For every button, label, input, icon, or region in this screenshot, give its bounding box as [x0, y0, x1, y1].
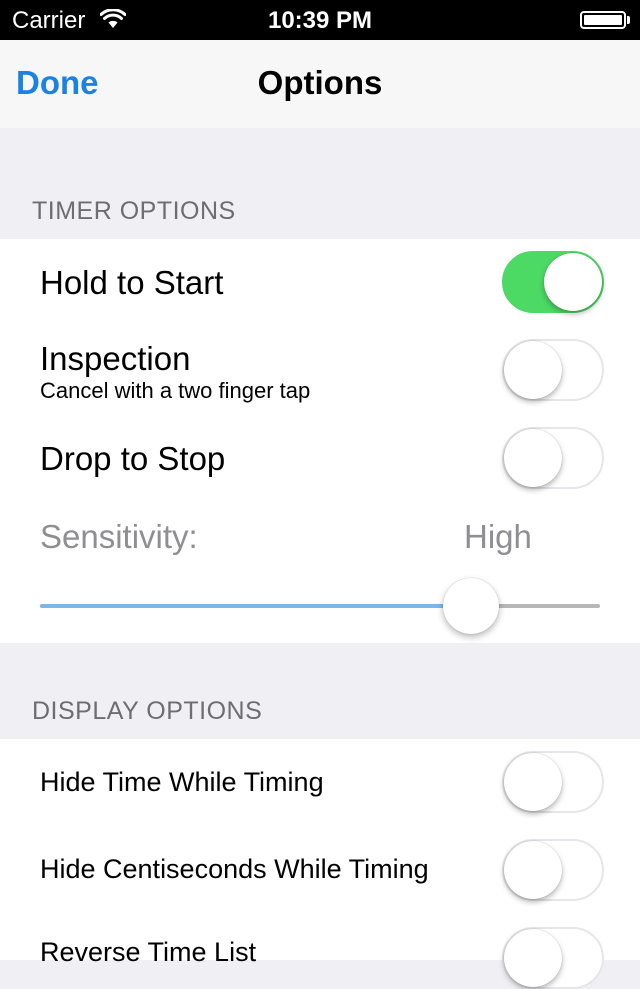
- drop-to-stop-toggle[interactable]: [502, 427, 604, 489]
- hide-time-toggle[interactable]: [502, 751, 604, 813]
- drop-to-stop-label: Drop to Stop: [40, 440, 226, 477]
- display-options-group: Hide Time While Timing Hide Centiseconds…: [0, 739, 640, 989]
- sensitivity-slider-track[interactable]: [40, 604, 600, 608]
- section-header-display-options: DISPLAY OPTIONS: [32, 697, 263, 725]
- navigation-bar: Done Options: [0, 40, 640, 128]
- battery-tip: [627, 16, 630, 24]
- sensitivity-label: Sensitivity:: [40, 518, 198, 555]
- sensitivity-slider-fill: [40, 604, 472, 608]
- hold-to-start-label: Hold to Start: [40, 264, 224, 301]
- battery-icon: [580, 11, 626, 29]
- page-title: Options: [257, 64, 383, 101]
- inspection-label: Inspection: [40, 340, 191, 377]
- status-bar: Carrier 10:39 PM: [0, 0, 640, 40]
- inspection-sublabel: Cancel with a two finger tap: [40, 378, 311, 403]
- hold-to-start-toggle[interactable]: [502, 251, 604, 313]
- timer-options-group: Hold to Start Inspection Cancel with a t…: [0, 239, 640, 643]
- section-header-timer-options: TIMER OPTIONS: [32, 197, 236, 225]
- hide-time-label: Hide Time While Timing: [40, 767, 324, 797]
- hide-centiseconds-label: Hide Centiseconds While Timing: [40, 854, 429, 884]
- sensitivity-slider-thumb[interactable]: [443, 578, 500, 634]
- inspection-toggle[interactable]: [502, 339, 604, 401]
- status-time: 10:39 PM: [267, 7, 373, 34]
- toggle-knob: [504, 753, 562, 811]
- toggle-knob: [504, 841, 562, 899]
- toggle-knob: [504, 429, 562, 487]
- toggle-knob: [504, 341, 562, 399]
- reverse-time-list-toggle[interactable]: [502, 927, 604, 989]
- hide-centiseconds-toggle[interactable]: [502, 839, 604, 901]
- toggle-knob: [544, 253, 602, 311]
- toggle-knob: [504, 929, 562, 987]
- reverse-time-list-label: Reverse Time List: [40, 937, 257, 967]
- sensitivity-value: High: [464, 518, 532, 555]
